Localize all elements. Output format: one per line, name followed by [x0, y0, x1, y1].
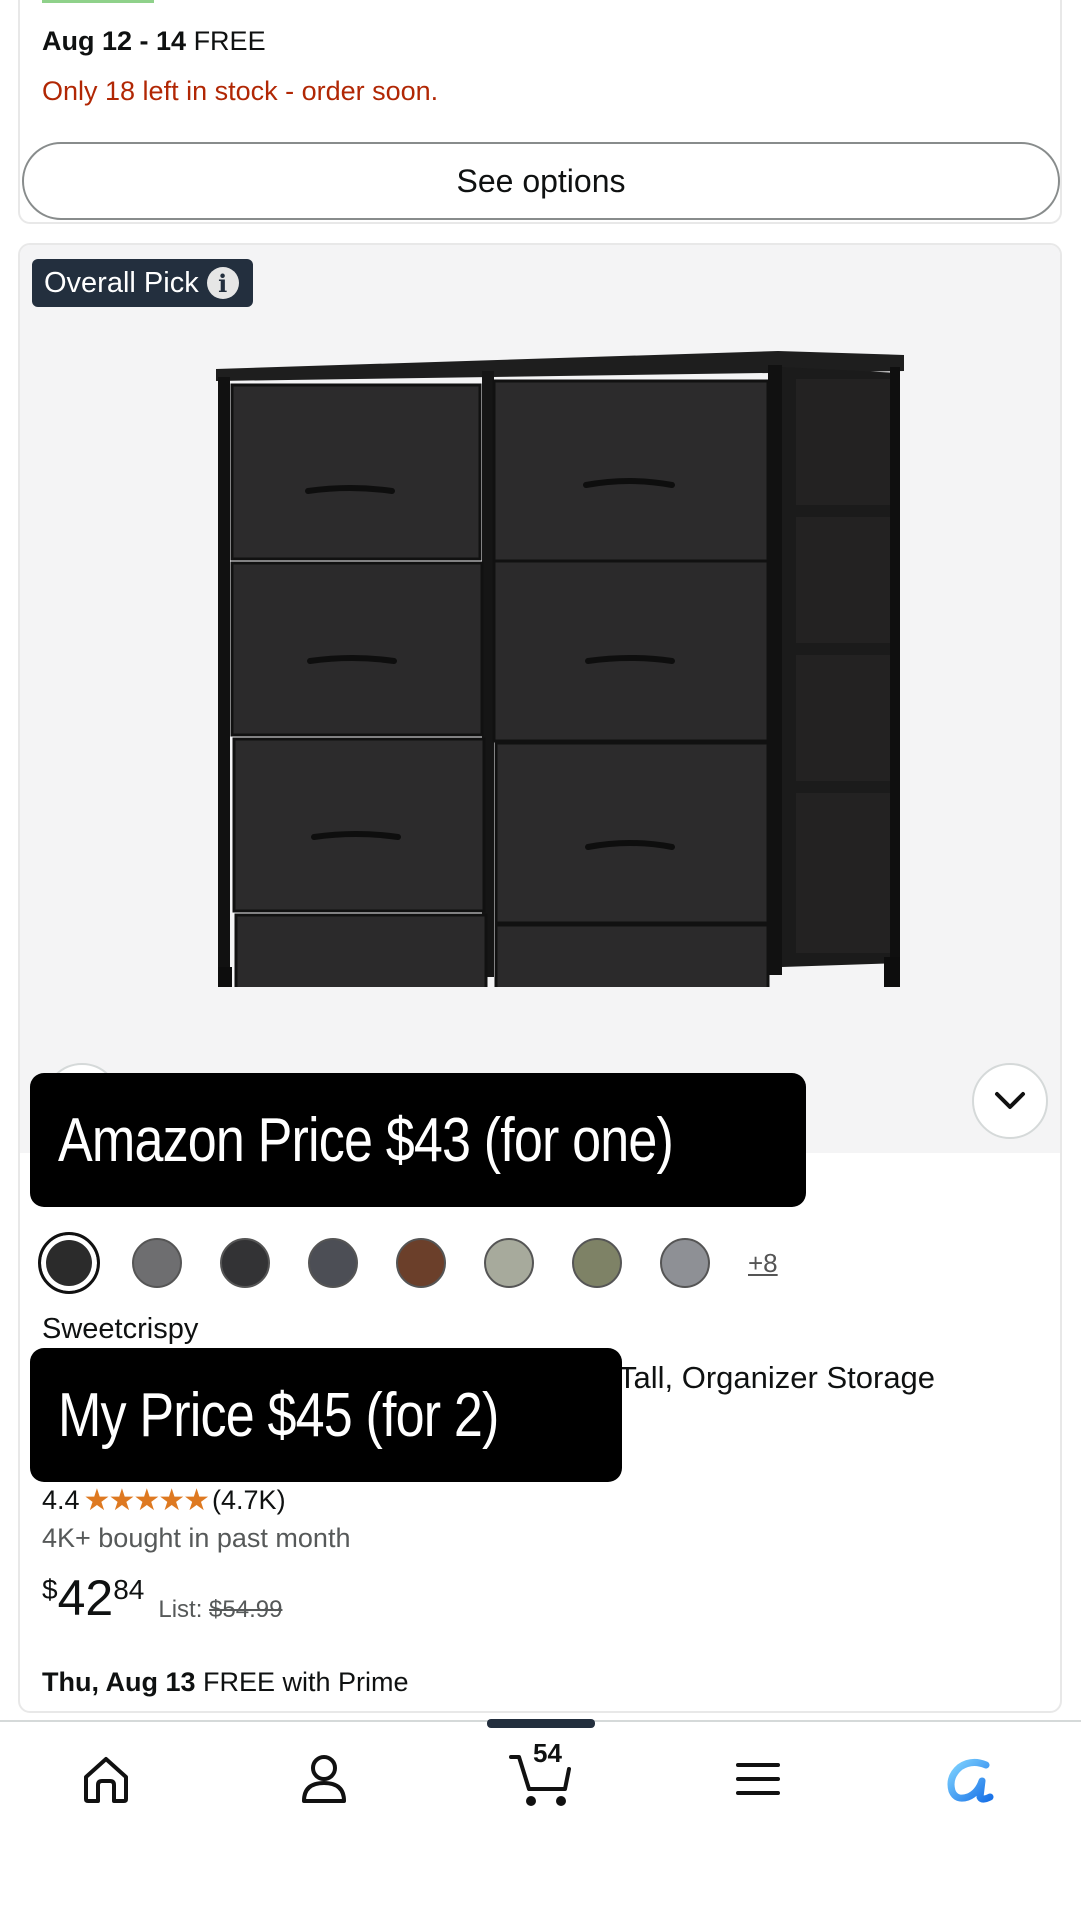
amazon-price-overlay: Amazon Price $43 (for one): [30, 1073, 806, 1207]
color-swatches: +8: [38, 1232, 778, 1294]
color-swatch[interactable]: [308, 1238, 358, 1288]
star-rating-icon: ★★★★★: [83, 1484, 210, 1517]
see-options-button[interactable]: See options: [22, 142, 1060, 220]
chevron-down-icon: [995, 1092, 1025, 1109]
my-price-text: My Price $45 (for 2): [58, 1380, 499, 1450]
color-swatch[interactable]: [396, 1238, 446, 1288]
product-image-area[interactable]: Overall Pick i: [20, 245, 1060, 1153]
rating-value: 4.4: [42, 1485, 80, 1515]
nav-menu[interactable]: [718, 1744, 798, 1814]
more-colors-link[interactable]: +8: [748, 1248, 778, 1279]
stock-warning: Only 18 left in stock - order soon.: [42, 76, 439, 106]
color-swatch[interactable]: [38, 1232, 100, 1294]
overall-pick-badge[interactable]: Overall Pick i: [32, 259, 253, 307]
ship-date: Thu, Aug 13: [42, 1667, 196, 1697]
cart-count: 54: [533, 1738, 562, 1768]
previous-product-card: Aug 12 - 14 FREE Only 18 left in stock -…: [18, 0, 1062, 224]
active-tab-indicator: [487, 1719, 595, 1728]
shipping-info: Thu, Aug 13 FREE with Prime: [42, 1667, 409, 1698]
delivery-date: Aug 12 - 14: [42, 26, 187, 56]
list-price-value: $54.99: [209, 1596, 283, 1623]
price-fraction: 84: [113, 1574, 145, 1605]
progress-bar: [42, 0, 154, 3]
bought-count: 4K+ bought in past month: [42, 1523, 351, 1553]
nav-account[interactable]: [284, 1744, 364, 1814]
nav-rufus[interactable]: [932, 1744, 1012, 1814]
delivery-info: Aug 12 - 14 FREE: [42, 26, 266, 57]
dresser-image: [216, 351, 904, 987]
price: $ 42 84 List: $54.99: [42, 1570, 282, 1626]
expand-button[interactable]: [972, 1063, 1048, 1139]
rufus-icon: [947, 1758, 994, 1803]
menu-icon: [736, 1763, 780, 1795]
home-icon: [84, 1757, 128, 1803]
list-label: List:: [158, 1596, 203, 1623]
my-price-overlay: My Price $45 (for 2): [30, 1348, 622, 1482]
brand-name: Sweetcrispy: [42, 1313, 199, 1345]
color-swatch[interactable]: [660, 1238, 710, 1288]
color-swatch[interactable]: [572, 1238, 622, 1288]
ship-text: FREE with Prime: [203, 1667, 409, 1697]
price-currency: $: [42, 1574, 58, 1605]
amazon-price-text: Amazon Price $43 (for one): [58, 1105, 674, 1175]
badge-label: Overall Pick: [44, 266, 199, 299]
nav-home[interactable]: [66, 1744, 146, 1814]
list-price: List: $54.99: [158, 1596, 282, 1624]
delivery-free: FREE: [193, 26, 266, 56]
info-icon[interactable]: i: [206, 267, 239, 299]
rating-count: (4.7K): [212, 1485, 286, 1515]
color-swatch[interactable]: [132, 1238, 182, 1288]
account-icon: [302, 1755, 346, 1803]
product-card[interactable]: Overall Pick i +8 Sweetcrispy Tall, Orga…: [18, 243, 1062, 1713]
product-title[interactable]: Tall, Organizer Storage: [618, 1360, 935, 1396]
rating-row[interactable]: 4.4 ★★★★★ (4.7K): [42, 1483, 286, 1518]
color-swatch[interactable]: [220, 1238, 270, 1288]
price-whole: 42: [57, 1570, 114, 1626]
color-swatch[interactable]: [484, 1238, 534, 1288]
